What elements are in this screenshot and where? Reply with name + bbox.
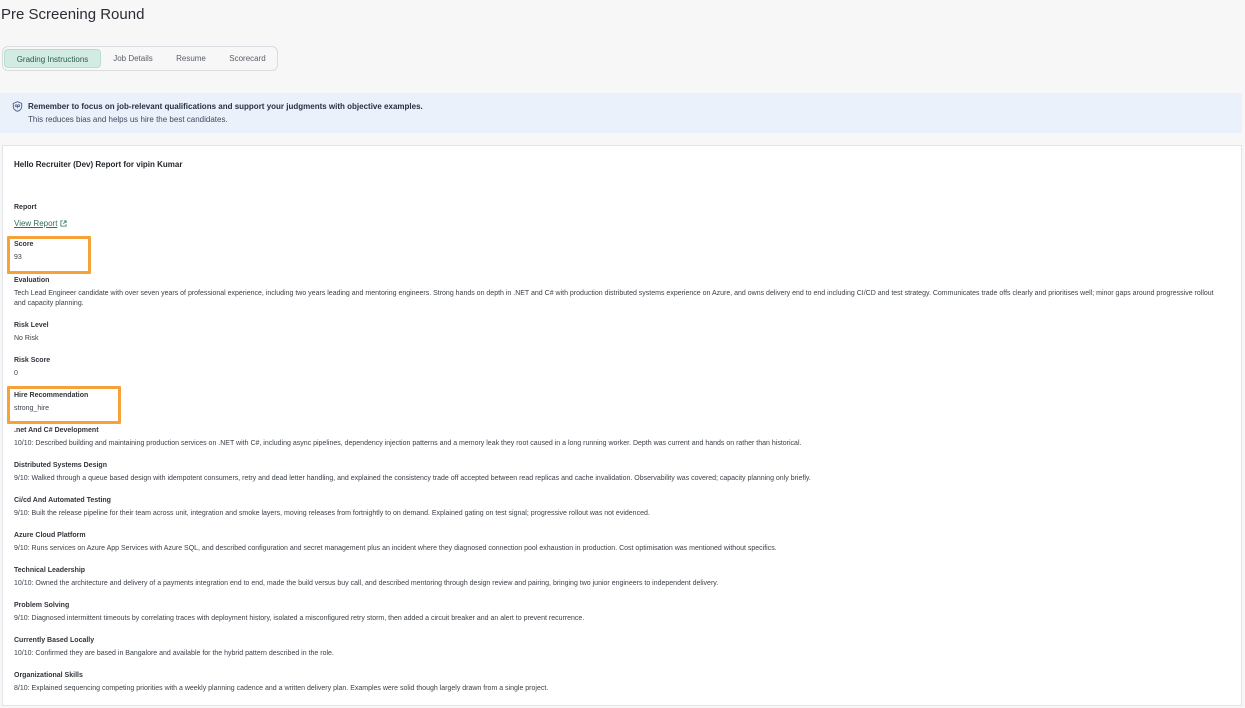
- criterion-value: 10/10: Described building and maintainin…: [14, 440, 802, 447]
- banner-submessage: This reduces bias and helps us hire the …: [28, 115, 228, 124]
- criterion-value: 9/10: Walked through a queue based desig…: [14, 475, 811, 482]
- external-link-icon: [60, 220, 67, 227]
- criterion-label: Organizational Skills: [14, 672, 83, 679]
- risk-score-label: Risk Score: [14, 357, 51, 364]
- risk-level-label: Risk Level: [14, 322, 49, 329]
- criterion-value: 9/10: Diagnosed intermittent timeouts by…: [14, 615, 585, 622]
- page-title: Pre Screening Round: [1, 6, 145, 23]
- criterion-value: 10/10: Owned the architecture and delive…: [14, 580, 719, 587]
- criterion-label: .net And C# Development: [14, 427, 99, 434]
- tab-job-details[interactable]: Job Details: [107, 49, 159, 68]
- evaluation-value: Tech Lead Engineer candidate with over s…: [14, 290, 1214, 307]
- risk-score-value: 0: [14, 370, 18, 377]
- view-report-link[interactable]: View Report: [14, 219, 67, 228]
- criterion-label: Currently Based Locally: [14, 637, 95, 644]
- tab-resume[interactable]: Resume: [170, 49, 212, 68]
- risk-level-value: No Risk: [14, 335, 39, 342]
- hire-recommendation-highlight-box: [7, 386, 121, 424]
- tab-bar: Grading Instructions Job Details Resume …: [2, 46, 278, 71]
- criterion-value: 10/10: Confirmed they are based in Banga…: [14, 650, 334, 657]
- tab-grading-instructions[interactable]: Grading Instructions: [4, 49, 101, 68]
- criterion-label: Problem Solving: [14, 602, 70, 609]
- criterion-label: Ci/cd And Automated Testing: [14, 497, 111, 504]
- criterion-value: 8/10: Explained sequencing competing pri…: [14, 685, 549, 692]
- banner-message: Remember to focus on job-relevant qualif…: [28, 102, 423, 111]
- report-label: Report: [14, 204, 37, 211]
- shield-brain-icon: [12, 101, 23, 112]
- view-report-label: View Report: [14, 219, 58, 228]
- evaluation-label: Evaluation: [14, 277, 50, 284]
- report-card: Hello Recruiter (Dev) Report for vipin K…: [2, 145, 1242, 706]
- criterion-label: Azure Cloud Platform: [14, 532, 86, 539]
- report-title: Hello Recruiter (Dev) Report for vipin K…: [14, 160, 183, 169]
- score-highlight-box: [7, 236, 91, 274]
- criterion-value: 9/10: Runs services on Azure App Service…: [14, 545, 777, 552]
- tab-scorecard[interactable]: Scorecard: [223, 49, 272, 68]
- criterion-value: 9/10: Built the release pipeline for the…: [14, 510, 650, 517]
- criterion-label: Distributed Systems Design: [14, 462, 107, 469]
- criterion-label: Technical Leadership: [14, 567, 86, 574]
- info-banner: Remember to focus on job-relevant qualif…: [0, 93, 1242, 133]
